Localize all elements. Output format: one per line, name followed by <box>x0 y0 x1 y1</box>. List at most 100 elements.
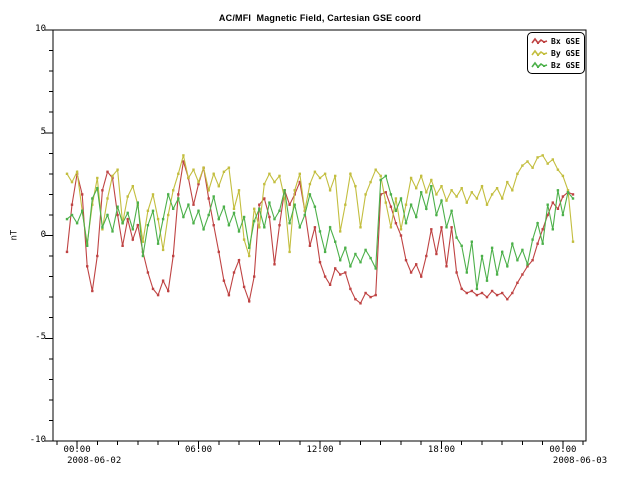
data-point-marker <box>121 222 123 224</box>
data-point-marker <box>147 210 149 212</box>
data-point-marker <box>461 187 463 189</box>
data-point-marker <box>471 241 473 243</box>
data-point-marker <box>481 292 483 294</box>
data-point-marker <box>283 189 285 191</box>
data-point-marker <box>425 191 427 193</box>
data-point-marker <box>137 201 139 203</box>
data-point-marker <box>395 222 397 224</box>
data-point-marker <box>395 210 397 212</box>
data-point-marker <box>440 199 442 201</box>
data-point-marker <box>66 251 68 253</box>
magnetic-field-chart-window: AC/MFI Magnetic Field, Cartesian GSE coo… <box>0 0 640 480</box>
data-point-marker <box>400 234 402 236</box>
data-point-marker <box>127 212 129 214</box>
data-point-marker <box>187 204 189 206</box>
legend-line-sample-icon <box>531 37 548 46</box>
data-point-marker <box>152 288 154 290</box>
data-point-marker <box>375 169 377 171</box>
data-point-marker <box>304 214 306 216</box>
data-point-marker <box>91 290 93 292</box>
y-tick-label: 0 <box>18 230 46 240</box>
data-point-marker <box>466 292 468 294</box>
data-point-marker <box>496 273 498 275</box>
data-point-marker <box>380 175 382 177</box>
data-point-marker <box>238 259 240 261</box>
legend-line-sample-icon <box>531 49 548 58</box>
data-point-marker <box>536 156 538 158</box>
data-point-marker <box>354 253 356 255</box>
data-point-marker <box>425 255 427 257</box>
data-point-marker <box>233 271 235 273</box>
data-point-marker <box>111 230 113 232</box>
data-point-marker <box>319 261 321 263</box>
data-point-marker <box>106 197 108 199</box>
data-point-marker <box>172 255 174 257</box>
data-point-marker <box>572 241 574 243</box>
data-point-marker <box>208 197 210 199</box>
data-point-marker <box>314 171 316 173</box>
data-point-marker <box>542 154 544 156</box>
data-point-marker <box>415 216 417 218</box>
data-point-marker <box>157 218 159 220</box>
data-point-marker <box>450 226 452 228</box>
data-point-marker <box>521 164 523 166</box>
data-point-marker <box>420 275 422 277</box>
data-point-marker <box>390 206 392 208</box>
data-point-marker <box>202 167 204 169</box>
data-point-marker <box>81 210 83 212</box>
x-tick-label: 06:00 <box>174 445 224 455</box>
data-point-marker <box>197 181 199 183</box>
data-point-marker <box>324 251 326 253</box>
data-point-marker <box>501 251 503 253</box>
data-point-marker <box>288 222 290 224</box>
data-point-marker <box>177 193 179 195</box>
data-point-marker <box>572 197 574 199</box>
data-point-marker <box>491 290 493 292</box>
data-point-marker <box>162 280 164 282</box>
data-point-marker <box>521 249 523 251</box>
data-point-marker <box>278 210 280 212</box>
data-point-marker <box>218 251 220 253</box>
data-point-marker <box>294 204 296 206</box>
data-point-marker <box>309 183 311 185</box>
data-point-marker <box>248 255 250 257</box>
data-point-marker <box>268 173 270 175</box>
data-point-marker <box>253 220 255 222</box>
chart-title: AC/MFI Magnetic Field, Cartesian GSE coo… <box>0 13 640 23</box>
data-point-marker <box>96 177 98 179</box>
legend-item-by-gse: By GSE <box>531 47 580 59</box>
data-point-marker <box>96 187 98 189</box>
data-point-marker <box>349 173 351 175</box>
legend-label: Bx GSE <box>551 37 580 46</box>
data-point-marker <box>162 249 164 251</box>
data-point-marker <box>213 173 215 175</box>
data-point-marker <box>66 218 68 220</box>
legend-item-bz-gse: Bz GSE <box>531 59 580 71</box>
data-point-marker <box>491 247 493 249</box>
data-point-marker <box>440 226 442 228</box>
data-point-marker <box>420 175 422 177</box>
data-point-marker <box>172 189 174 191</box>
data-point-marker <box>410 177 412 179</box>
data-point-marker <box>278 224 280 226</box>
data-point-marker <box>445 226 447 228</box>
data-point-marker <box>445 265 447 267</box>
data-point-marker <box>542 243 544 245</box>
data-point-marker <box>329 226 331 228</box>
data-point-marker <box>253 208 255 210</box>
data-point-marker <box>491 193 493 195</box>
data-point-marker <box>405 222 407 224</box>
data-point-marker <box>536 222 538 224</box>
data-point-marker <box>258 208 260 210</box>
data-point-marker <box>552 228 554 230</box>
x-tick-date: 2008-06-02 <box>67 456 121 466</box>
data-point-marker <box>536 243 538 245</box>
data-point-marker <box>233 212 235 214</box>
data-point-marker <box>208 189 210 191</box>
data-point-marker <box>364 193 366 195</box>
data-point-marker <box>430 179 432 181</box>
data-point-marker <box>400 197 402 199</box>
data-point-marker <box>557 208 559 210</box>
data-point-marker <box>344 247 346 249</box>
legend-line-sample-icon <box>531 61 548 70</box>
